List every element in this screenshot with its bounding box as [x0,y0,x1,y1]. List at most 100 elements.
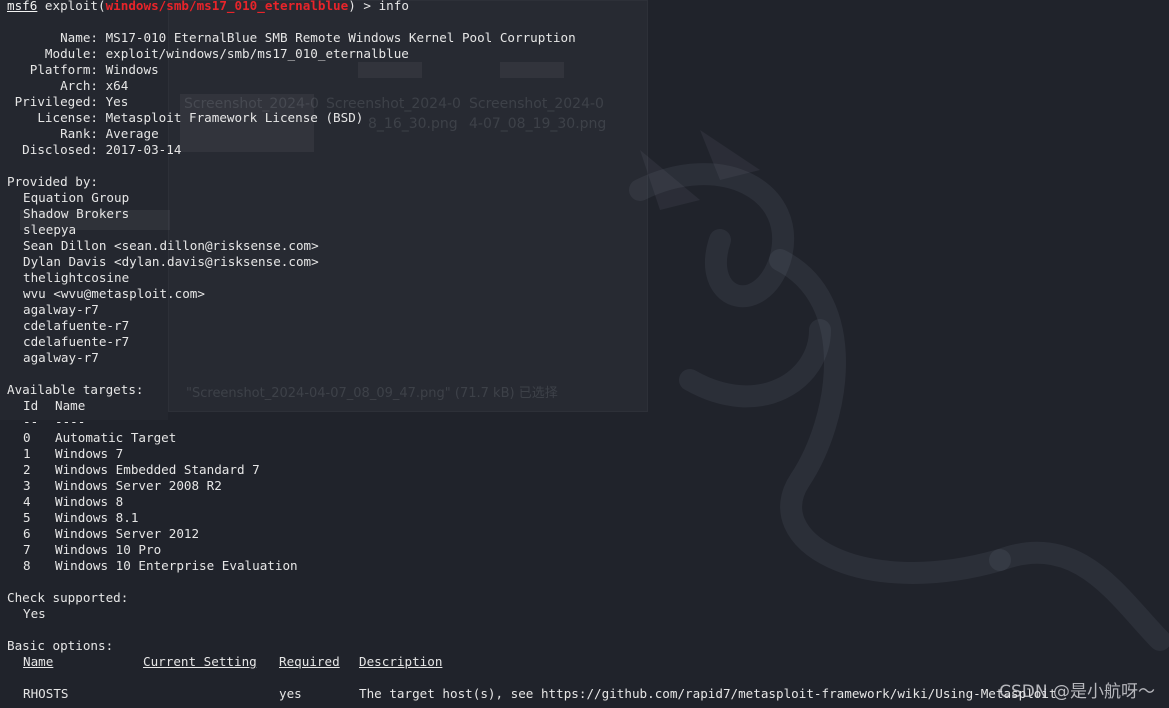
info-field-label: Rank: [7,126,98,141]
option-name: RHOSTS [23,686,69,701]
target-row: 2 Windows Embedded Standard 7 [7,462,576,478]
author-row: Dylan Davis <dylan.davis@risksense.com> [7,254,576,270]
target-row: 1 Windows 7 [7,446,576,462]
info-field-value: Yes [98,94,129,109]
provided-by-heading: Provided by: [7,174,98,189]
author-name: wvu <wvu@metasploit.com> [23,286,205,301]
target-row: 4 Windows 8 [7,494,576,510]
author-row: Equation Group [7,190,576,206]
typed-command: info [378,0,409,13]
msf-prompt: msf6 [7,0,38,13]
info-field-label: Arch: [7,78,98,93]
info-field-value: exploit/windows/smb/ms17_010_eternalblue [98,46,409,61]
target-row: 0 Automatic Target [7,430,576,446]
target-id: 1 [23,446,31,461]
options-col-required: Required [279,654,340,669]
target-row: 8 Windows 10 Enterprise Evaluation [7,558,576,574]
options-header-row: Name Current Setting Required Description [7,654,576,670]
option-required: yes [279,686,302,701]
option-description: The target host(s), see https://github.c… [359,686,1057,701]
author-row: cdelafuente-r7 [7,334,576,350]
author-row: agalway-r7 [7,302,576,318]
terminal-output: msf6 exploit(windows/smb/ms17_010_eterna… [7,0,1057,702]
target-row: 7 Windows 10 Pro [7,542,576,558]
target-name: Windows 7 [55,446,124,461]
target-id: 5 [23,510,31,525]
info-field-label: Privileged: [7,94,98,109]
author-name: agalway-r7 [23,302,99,317]
target-id: 4 [23,494,31,509]
author-name: cdelafuente-r7 [23,334,130,349]
check-heading: Check supported: [7,590,129,605]
prompt-line[interactable]: msf6 exploit(windows/smb/ms17_010_eterna… [7,0,576,14]
author-name: thelightcosine [23,270,130,285]
check-row: Yes [7,606,576,622]
target-name: Windows Embedded Standard 7 [55,462,260,477]
author-row: sleepya [7,222,576,238]
author-name: Shadow Brokers [23,206,130,221]
info-field-row: Module: exploit/windows/smb/ms17_010_ete… [7,46,576,62]
info-field-row: Disclosed: 2017-03-14 [7,142,576,158]
info-field-value: x64 [98,78,129,93]
prompt-module-path: windows/smb/ms17_010_eternalblue [105,0,349,13]
target-name: Windows Server 2012 [55,526,200,541]
target-id: 2 [23,462,31,477]
option-row: RHOSTS yes The target host(s), see https:/… [7,686,1057,702]
target-id: 8 [23,558,31,573]
target-id: 0 [23,430,31,445]
module-info-block: Name: MS17-010 EternalBlue SMB Remote Wi… [7,30,576,158]
options-col-description: Description [359,654,443,669]
author-name: Dylan Davis <dylan.davis@risksense.com> [23,254,319,269]
author-row: Shadow Brokers [7,206,576,222]
info-field-row: Platform: Windows [7,62,576,78]
info-field-row: Privileged: Yes [7,94,576,110]
targets-table: 0 Automatic Target 1 Windows 7 2 Windows Embe… [7,430,576,574]
info-field-row: Arch: x64 [7,78,576,94]
target-id: 7 [23,542,31,557]
info-field-row: Name: MS17-010 EternalBlue SMB Remote Wi… [7,30,576,46]
target-row: 3 Windows Server 2008 R2 [7,478,576,494]
authors-list: Equation Group Shadow Brokers sleepya Sean … [7,190,576,366]
author-row: wvu <wvu@metasploit.com> [7,286,576,302]
options-table: RHOSTS yes The target host(s), see https:/… [7,686,1057,702]
options-col-name: Name [23,654,54,669]
target-name: Windows Server 2008 R2 [55,478,222,493]
target-name: Windows 10 Pro [55,542,162,557]
info-field-value: Windows [98,62,159,77]
target-name: Windows 8.1 [55,510,139,525]
options-rule-row [7,670,576,686]
author-row: thelightcosine [7,270,576,286]
info-field-label: Name: [7,30,98,45]
prompt-prefix: exploit( [37,0,106,13]
author-row: cdelafuente-r7 [7,318,576,334]
info-field-label: Platform: [7,62,98,77]
target-name: Windows 10 Enterprise Evaluation [55,558,298,573]
prompt-suffix: ) > [348,0,379,13]
options-heading: Basic options: [7,638,114,653]
author-name: cdelafuente-r7 [23,318,130,333]
info-field-label: Disclosed: [7,142,98,157]
info-field-label: License: [7,110,98,125]
check-value: Yes [23,606,46,621]
target-id: 6 [23,526,31,541]
targets-col-id: Id [23,398,39,413]
target-row: 6 Windows Server 2012 [7,526,576,542]
info-field-value: MS17-010 EternalBlue SMB Remote Windows … [98,30,576,45]
target-id: 3 [23,478,31,493]
author-name: agalway-r7 [23,350,99,365]
targets-rule-row: -- ---- [7,414,576,430]
target-name: Windows 8 [55,494,124,509]
author-row: Sean Dillon <sean.dillon@risksense.com> [7,238,576,254]
info-field-row: License: Metasploit Framework License (B… [7,110,576,126]
options-col-current: Current Setting [143,654,257,669]
author-name: Equation Group [23,190,130,205]
targets-name-rule: ---- [55,414,86,429]
info-field-value: 2017-03-14 [98,142,182,157]
author-name: sleepya [23,222,77,237]
csdn-watermark: CSDN @是小航呀～ [999,682,1155,702]
author-name: Sean Dillon <sean.dillon@risksense.com> [23,238,319,253]
info-field-row: Rank: Average [7,126,576,142]
targets-heading: Available targets: [7,382,144,397]
info-field-value: Metasploit Framework License (BSD) [98,110,364,125]
target-row: 5 Windows 8.1 [7,510,576,526]
